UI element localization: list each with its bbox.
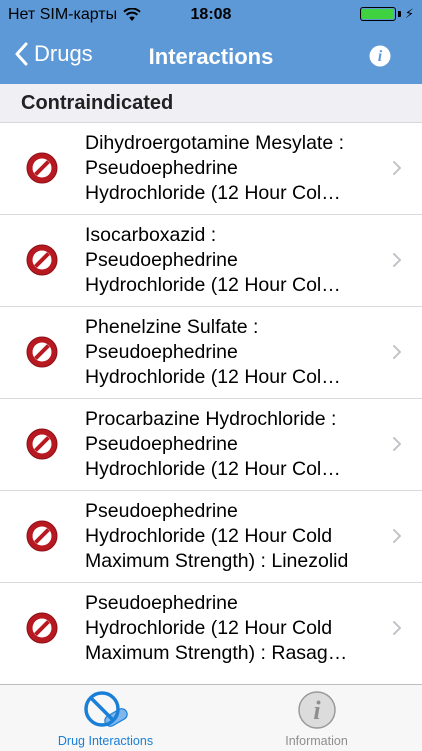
interaction-label: Pseudoephedrine Hydrochloride (12 Hour C… — [85, 592, 348, 664]
tab-label: Drug Interactions — [57, 734, 154, 748]
drug-interactions-icon — [84, 691, 128, 727]
interactions-list: Dihydroergotamine Mesylate : Pseudoephed… — [0, 123, 422, 675]
no-entry-icon — [26, 428, 58, 460]
list-item[interactable]: Dihydroergotamine Mesylate : Pseudoephed… — [0, 123, 422, 215]
chevron-right-icon — [393, 437, 401, 451]
page-title: Interactions — [148, 44, 274, 69]
svg-text:i: i — [378, 48, 383, 65]
info-icon: i — [369, 45, 391, 67]
list-item[interactable]: Pseudoephedrine Hydrochloride (12 Hour C… — [0, 491, 422, 583]
list-item[interactable]: Isocarboxazid : Pseudoephedrine Hydrochl… — [0, 215, 422, 307]
chevron-right-icon — [393, 621, 401, 635]
chevron-right-icon — [393, 253, 401, 267]
info-icon: i — [298, 691, 336, 729]
charging-icon: ⚡ — [404, 6, 414, 21]
status-time: 18:08 — [190, 6, 232, 23]
tab-bar: Drug Interactions i Information — [0, 684, 422, 751]
no-entry-icon — [26, 612, 58, 644]
no-entry-icon — [26, 520, 58, 552]
no-entry-icon — [26, 336, 58, 368]
interaction-label: Isocarboxazid : Pseudoephedrine Hydrochl… — [85, 224, 341, 296]
tab-drug-interactions[interactable]: Drug Interactions — [0, 685, 211, 751]
section-header: Contraindicated — [0, 84, 422, 123]
chevron-right-icon — [393, 529, 401, 543]
svg-text:i: i — [313, 696, 321, 725]
list-item[interactable]: Pseudoephedrine Hydrochloride (12 Hour C… — [0, 583, 422, 675]
no-entry-icon — [26, 244, 58, 276]
tab-information[interactable]: i Information — [211, 685, 422, 751]
interaction-label: Dihydroergotamine Mesylate : Pseudoephed… — [85, 132, 345, 204]
list-item[interactable]: Procarbazine Hydrochloride : Pseudoephed… — [0, 399, 422, 491]
status-bar: Нет SIM-карты 18:08 ⚡ — [0, 0, 422, 30]
tab-label: Information — [285, 734, 348, 748]
interaction-label: Pseudoephedrine Hydrochloride (12 Hour C… — [85, 500, 349, 572]
chevron-right-icon — [393, 161, 401, 175]
chevron-right-icon — [393, 345, 401, 359]
battery-icon — [359, 7, 396, 21]
interaction-label: Procarbazine Hydrochloride : Pseudoephed… — [85, 408, 341, 480]
list-item[interactable]: Phenelzine Sulfate : Pseudoephedrine Hyd… — [0, 307, 422, 399]
no-entry-icon — [26, 152, 58, 184]
battery-indicator: ⚡ — [359, 6, 414, 22]
interaction-label: Phenelzine Sulfate : Pseudoephedrine Hyd… — [85, 316, 341, 388]
info-button[interactable]: i — [368, 44, 392, 73]
section-title: Contraindicated — [21, 92, 174, 114]
navigation-bar: Drugs Interactions i — [0, 30, 422, 84]
